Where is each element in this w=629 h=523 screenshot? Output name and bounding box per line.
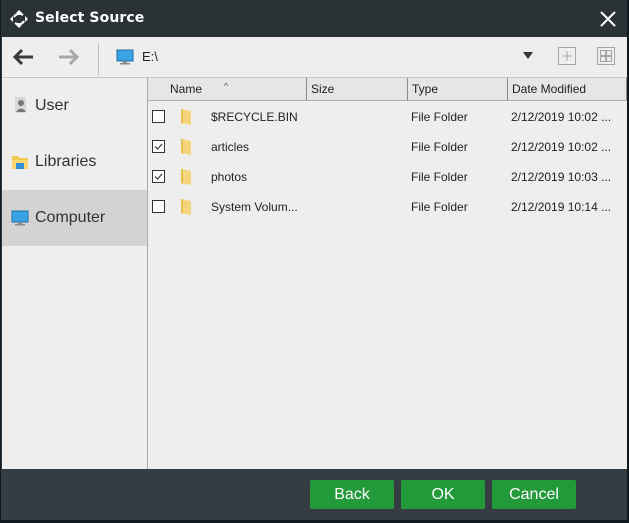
column-header-label: Name <box>170 82 203 96</box>
row-checkbox[interactable] <box>152 170 165 183</box>
location-sidebar: User Libraries Computer <box>2 78 148 469</box>
column-headers: Name ^ Size Type Date Modified <box>148 78 627 101</box>
checkmark-icon <box>154 143 163 150</box>
sidebar-item-label: Libraries <box>35 153 97 170</box>
transfer-arrows-icon <box>10 10 28 28</box>
file-row[interactable]: System Volum... File Folder 2/12/2019 10:1… <box>148 192 627 222</box>
sidebar-item-label: Computer <box>35 209 106 226</box>
navigation-toolbar: E:\ <box>2 37 627 78</box>
file-row[interactable]: photos File Folder 2/12/2019 10:03 ... <box>148 162 627 192</box>
ok-button[interactable]: OK <box>401 480 485 509</box>
computer-monitor-icon <box>116 49 134 65</box>
file-type: File Folder <box>411 110 468 124</box>
file-row[interactable]: $RECYCLE.BIN File Folder 2/12/2019 10:02 .… <box>148 102 627 132</box>
file-name: $RECYCLE.BIN <box>211 110 298 124</box>
grid-view-icon[interactable] <box>597 47 615 65</box>
column-header-label: Size <box>311 82 335 96</box>
sidebar-item-label: User <box>35 97 69 114</box>
toolbar-divider <box>98 43 99 75</box>
libraries-icon <box>12 156 28 169</box>
column-header-label: Date Modified <box>512 82 587 96</box>
caret-down-icon[interactable] <box>523 52 533 59</box>
file-type: File Folder <box>411 200 468 214</box>
folder-icon <box>181 199 191 215</box>
sidebar-item-computer[interactable]: Computer <box>2 190 147 246</box>
plus-box-icon[interactable] <box>558 47 576 65</box>
column-header-name[interactable]: Name ^ <box>148 78 307 100</box>
file-type: File Folder <box>411 170 468 184</box>
file-date-modified: 2/12/2019 10:14 ... <box>511 200 612 214</box>
row-checkbox[interactable] <box>152 140 165 153</box>
folder-icon <box>181 109 191 125</box>
current-path[interactable]: E:\ <box>142 49 158 64</box>
file-name: photos <box>211 170 248 184</box>
column-header-type[interactable]: Type <box>408 78 508 100</box>
column-header-label: Type <box>412 82 439 96</box>
file-row[interactable]: articles File Folder 2/12/2019 10:02 ... <box>148 132 627 162</box>
cancel-button[interactable]: Cancel <box>492 480 576 509</box>
dialog-title: Select Source <box>35 10 145 26</box>
row-checkbox[interactable] <box>152 110 165 123</box>
arrow-left-icon[interactable] <box>10 46 36 68</box>
close-icon[interactable] <box>599 10 617 28</box>
file-name: System Volum... <box>211 200 298 214</box>
column-header-date-modified[interactable]: Date Modified <box>508 78 627 100</box>
file-date-modified: 2/12/2019 10:02 ... <box>511 140 612 154</box>
sidebar-item-user[interactable]: User <box>2 78 147 134</box>
file-type: File Folder <box>411 140 468 154</box>
folder-icon <box>181 139 191 155</box>
arrow-right-icon[interactable] <box>56 46 82 68</box>
file-name: articles <box>211 140 250 154</box>
checkmark-icon <box>154 173 163 180</box>
user-icon <box>15 97 26 113</box>
column-header-size[interactable]: Size <box>307 78 408 100</box>
file-date-modified: 2/12/2019 10:02 ... <box>511 110 612 124</box>
folder-icon <box>181 169 191 185</box>
row-checkbox[interactable] <box>152 200 165 213</box>
title-bar: Select Source <box>1 0 627 37</box>
computer-icon <box>11 210 29 226</box>
select-source-dialog: Select Source E:\ User Libraries Compute… <box>1 0 627 520</box>
sidebar-item-libraries[interactable]: Libraries <box>2 134 147 190</box>
sort-ascending-icon: ^ <box>224 81 229 91</box>
back-button[interactable]: Back <box>310 480 394 509</box>
file-date-modified: 2/12/2019 10:03 ... <box>511 170 612 184</box>
file-list: Name ^ Size Type Date Modified $RECYCLE.… <box>148 78 627 469</box>
